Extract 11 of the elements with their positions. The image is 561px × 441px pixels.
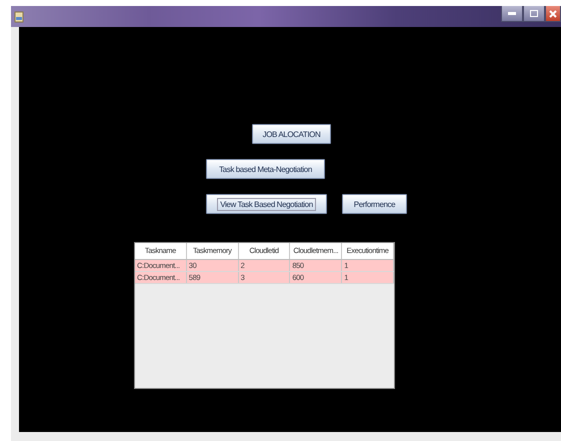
maximize-button[interactable] (523, 6, 545, 22)
maximize-icon (530, 10, 538, 17)
close-icon (549, 10, 557, 18)
action-button[interactable]: Task based Meta-Negotiation (206, 159, 325, 179)
action-button[interactable]: JOB ALOCATION (252, 124, 331, 144)
minimize-icon (508, 12, 516, 15)
action-button[interactable]: View Task Based Negotiation (206, 194, 327, 214)
action-button[interactable]: Performence (342, 194, 407, 214)
app-icon (14, 10, 24, 22)
minimize-button[interactable] (501, 6, 523, 22)
close-button[interactable] (545, 6, 561, 22)
